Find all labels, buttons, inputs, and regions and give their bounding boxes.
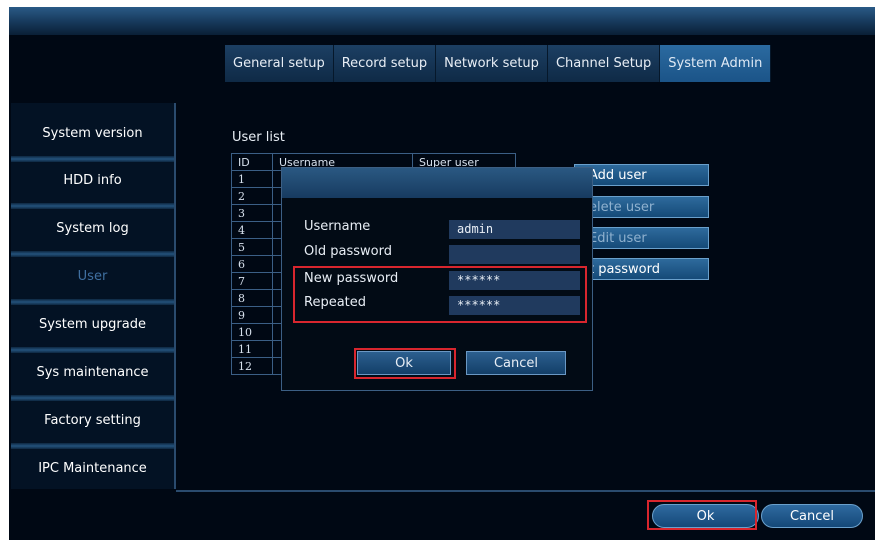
sidebar-item-sys-maintenance[interactable]: Sys maintenance	[11, 357, 174, 389]
footer-cancel-button[interactable]: Cancel	[761, 504, 863, 528]
row-id: 2	[231, 187, 273, 205]
sidebar-divider	[11, 395, 174, 401]
footer-divider	[176, 490, 875, 492]
sidebar-divider	[11, 347, 174, 353]
sidebar-divider	[11, 299, 174, 305]
tab-record-setup[interactable]: Record setup	[333, 45, 437, 82]
user-list-label: User list	[232, 130, 285, 145]
dialog-title-bar	[282, 168, 592, 198]
sidebar-item-system-upgrade[interactable]: System upgrade	[11, 309, 174, 341]
sidebar-item-system-log[interactable]: System log	[11, 213, 174, 245]
sidebar-item-hdd-info[interactable]: HDD info	[11, 165, 174, 197]
row-id: 6	[231, 255, 273, 273]
row-id: 7	[231, 272, 273, 290]
tab-channel-setup[interactable]: Channel Setup	[547, 45, 661, 82]
edit-user-button[interactable]: Edit user	[574, 227, 709, 249]
row-id: 1	[231, 170, 273, 188]
title-bar	[9, 7, 875, 35]
column-header-id: ID	[231, 153, 273, 171]
tab-system-admin[interactable]: System Admin	[660, 45, 772, 82]
sidebar-divider	[11, 251, 174, 257]
old-password-field[interactable]	[449, 245, 580, 264]
row-id: 12	[231, 357, 273, 375]
new-password-field[interactable]: ******	[449, 271, 580, 290]
change-password-dialog: Username admin Old password New password…	[281, 167, 593, 391]
row-id: 10	[231, 323, 273, 341]
sidebar: System version HDD info System log User …	[11, 103, 176, 489]
tab-network-setup[interactable]: Network setup	[436, 45, 548, 82]
sidebar-item-user[interactable]: User	[11, 261, 174, 293]
dialog-ok-button[interactable]: Ok	[357, 351, 451, 375]
username-field[interactable]: admin	[449, 220, 580, 239]
sidebar-item-factory-setting[interactable]: Factory setting	[11, 405, 174, 437]
row-id: 9	[231, 306, 273, 324]
row-id: 8	[231, 289, 273, 307]
set-password-button[interactable]: t password	[574, 258, 709, 280]
row-id: 4	[231, 221, 273, 239]
tab-general-setup[interactable]: General setup	[225, 45, 334, 82]
footer-ok-button[interactable]: Ok	[652, 504, 759, 528]
repeated-password-field[interactable]: ******	[449, 296, 580, 315]
row-id: 11	[231, 340, 273, 358]
row-id: 3	[231, 204, 273, 222]
row-id: 5	[231, 238, 273, 256]
sidebar-item-system-version[interactable]: System version	[11, 118, 174, 150]
sidebar-divider	[11, 203, 174, 209]
dialog-cancel-button[interactable]: Cancel	[466, 351, 566, 375]
delete-user-button[interactable]: elete user	[574, 196, 709, 218]
sidebar-item-ipc-maintenance[interactable]: IPC Maintenance	[11, 453, 174, 485]
old-password-label: Old password	[304, 244, 392, 259]
dvr-screen: General setup Record setup Network setup…	[9, 7, 875, 540]
sidebar-divider	[11, 156, 174, 162]
sidebar-divider	[11, 443, 174, 449]
username-label: Username	[304, 219, 371, 234]
add-user-button[interactable]: Add user	[574, 164, 709, 186]
repeated-password-label: Repeated	[304, 295, 367, 310]
tab-bar: General setup Record setup Network setup…	[225, 45, 772, 82]
new-password-label: New password	[304, 271, 399, 286]
